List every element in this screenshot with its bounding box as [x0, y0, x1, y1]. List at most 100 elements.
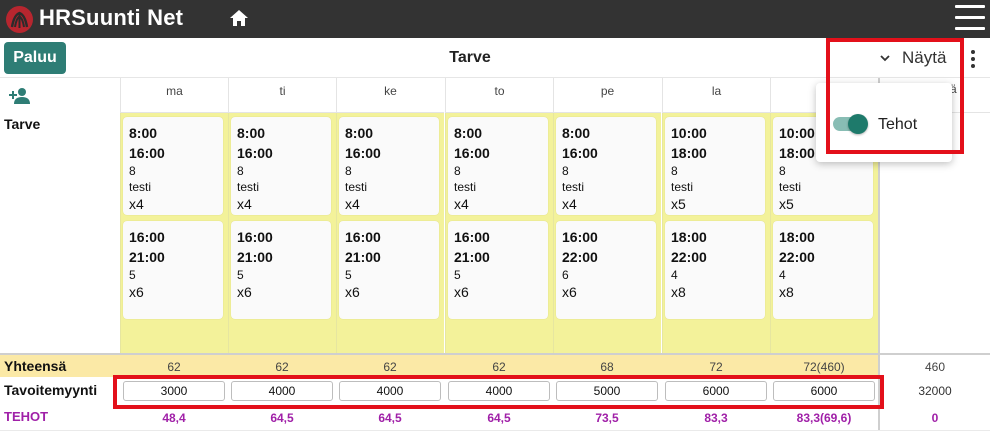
home-icon[interactable] — [229, 8, 249, 28]
shift-multiplier: x6 — [129, 284, 144, 300]
day-efficiency: 73,5 — [595, 411, 619, 425]
shift-note: testi — [129, 180, 152, 194]
show-dropdown-button[interactable]: Näytä — [878, 46, 946, 70]
shift-multiplier: x6 — [454, 284, 469, 300]
shift-end: 22:00 — [671, 249, 707, 265]
day-total: 72(460) — [803, 360, 845, 374]
shift-end: 21:00 — [345, 249, 381, 265]
shift-card[interactable]: 8:00 16:00 8 testi x4 — [448, 117, 548, 215]
target-sales-input[interactable] — [231, 381, 333, 401]
day-efficiency: 64,5 — [378, 411, 402, 425]
row-label-total: Yhteensä — [4, 358, 67, 374]
add-person-icon[interactable] — [8, 86, 32, 106]
app-header: HRSuunti Net — [0, 0, 990, 38]
shift-card[interactable]: 8:00 16:00 8 testi x4 — [123, 117, 223, 215]
shift-multiplier: x5 — [671, 196, 686, 212]
shift-start: 18:00 — [671, 229, 707, 245]
shift-start: 16:00 — [562, 229, 598, 245]
day-header: to — [445, 78, 553, 113]
shift-note: testi — [345, 180, 368, 194]
shift-count: 8 — [129, 164, 136, 178]
shift-multiplier: x6 — [345, 284, 360, 300]
shift-multiplier: x4 — [562, 196, 577, 212]
shift-end: 16:00 — [237, 145, 273, 161]
day-total: 62 — [167, 360, 181, 374]
shift-card[interactable]: 18:00 22:00 4 x8 — [665, 221, 765, 319]
day-header: la — [662, 78, 770, 113]
shift-card[interactable]: 10:00 18:00 8 testi x5 — [665, 117, 765, 215]
shift-count: 8 — [562, 164, 569, 178]
day-total: 62 — [383, 360, 397, 374]
shift-card[interactable]: 16:00 21:00 5 x6 — [231, 221, 331, 319]
day-total: 62 — [275, 360, 289, 374]
shift-card[interactable]: 8:00 16:00 8 testi x4 — [556, 117, 656, 215]
shift-multiplier: x5 — [779, 196, 794, 212]
shift-multiplier: x6 — [237, 284, 252, 300]
target-total: 32000 — [878, 377, 990, 405]
day-header: ti — [228, 78, 336, 113]
toolbar: Paluu Tarve Näytä — [0, 38, 990, 78]
day-efficiency: 83,3 — [704, 411, 728, 425]
shift-multiplier: x4 — [454, 196, 469, 212]
page-title: Tarve — [449, 49, 491, 66]
shift-multiplier: x4 — [129, 196, 144, 212]
shift-count: 5 — [237, 268, 244, 282]
target-sales-input[interactable] — [123, 381, 225, 401]
efficiency-total: 0 — [878, 405, 990, 430]
shift-count: 5 — [454, 268, 461, 282]
shift-start: 8:00 — [562, 125, 591, 141]
logo-icon — [6, 6, 33, 33]
day-header: ke — [336, 78, 444, 113]
day-total: 72 — [709, 360, 723, 374]
shift-end: 18:00 — [671, 145, 707, 161]
shift-count: 8 — [779, 164, 786, 178]
shift-card[interactable]: 8:00 16:00 8 testi x4 — [339, 117, 439, 215]
shift-multiplier: x6 — [562, 284, 577, 300]
shift-note: testi — [779, 180, 802, 194]
efficiency-toggle[interactable] — [833, 114, 869, 134]
shift-start: 8:00 — [237, 125, 266, 141]
shift-start: 8:00 — [454, 125, 483, 141]
row-label-efficiency: TEHOT — [4, 409, 49, 424]
shift-card[interactable]: 8:00 16:00 8 testi x4 — [231, 117, 331, 215]
efficiency-row: TEHOT 48,4 64,5 64,5 64,5 73,5 83,3 83,3(69,6)… — [0, 405, 990, 430]
shift-card[interactable]: 18:00 22:00 4 x8 — [773, 221, 873, 319]
shift-count: 8 — [454, 164, 461, 178]
shift-multiplier: x4 — [237, 196, 252, 212]
target-row: Tavoitemyynti 32000 — [0, 377, 990, 405]
target-sales-input[interactable] — [665, 381, 767, 401]
day-total: 62 — [492, 360, 506, 374]
shift-start: 16:00 — [454, 229, 490, 245]
target-sales-input[interactable] — [339, 381, 441, 401]
target-sales-input[interactable] — [773, 381, 875, 401]
shift-count: 8 — [671, 164, 678, 178]
day-header: pe — [553, 78, 661, 113]
shift-count: 4 — [779, 268, 786, 282]
shift-start: 16:00 — [345, 229, 381, 245]
shift-card[interactable]: 16:00 21:00 5 x6 — [123, 221, 223, 319]
shift-card[interactable]: 16:00 22:00 6 x6 — [556, 221, 656, 319]
target-sales-input[interactable] — [448, 381, 550, 401]
shift-start: 8:00 — [129, 125, 158, 141]
shift-card[interactable]: 16:00 21:00 5 x6 — [339, 221, 439, 319]
day-efficiency: 83,3(69,6) — [796, 411, 852, 425]
shift-start: 18:00 — [779, 229, 815, 245]
shift-end: 16:00 — [345, 145, 381, 161]
grand-total: 460 — [878, 355, 990, 379]
shift-note: testi — [237, 180, 260, 194]
shift-count: 8 — [237, 164, 244, 178]
show-label: Näytä — [902, 48, 947, 67]
back-button[interactable]: Paluu — [4, 42, 66, 74]
menu-icon[interactable] — [955, 5, 985, 33]
shift-note: testi — [671, 180, 694, 194]
target-sales-input[interactable] — [556, 381, 658, 401]
efficiency-toggle-label: Tehot — [878, 116, 918, 133]
more-options-icon[interactable] — [969, 48, 977, 70]
shift-end: 22:00 — [562, 249, 598, 265]
shift-multiplier: x8 — [671, 284, 686, 300]
chevron-down-icon — [880, 55, 890, 62]
shift-start: 10:00 — [671, 125, 707, 141]
shift-count: 8 — [345, 164, 352, 178]
shift-note: testi — [454, 180, 477, 194]
shift-card[interactable]: 16:00 21:00 5 x6 — [448, 221, 548, 319]
